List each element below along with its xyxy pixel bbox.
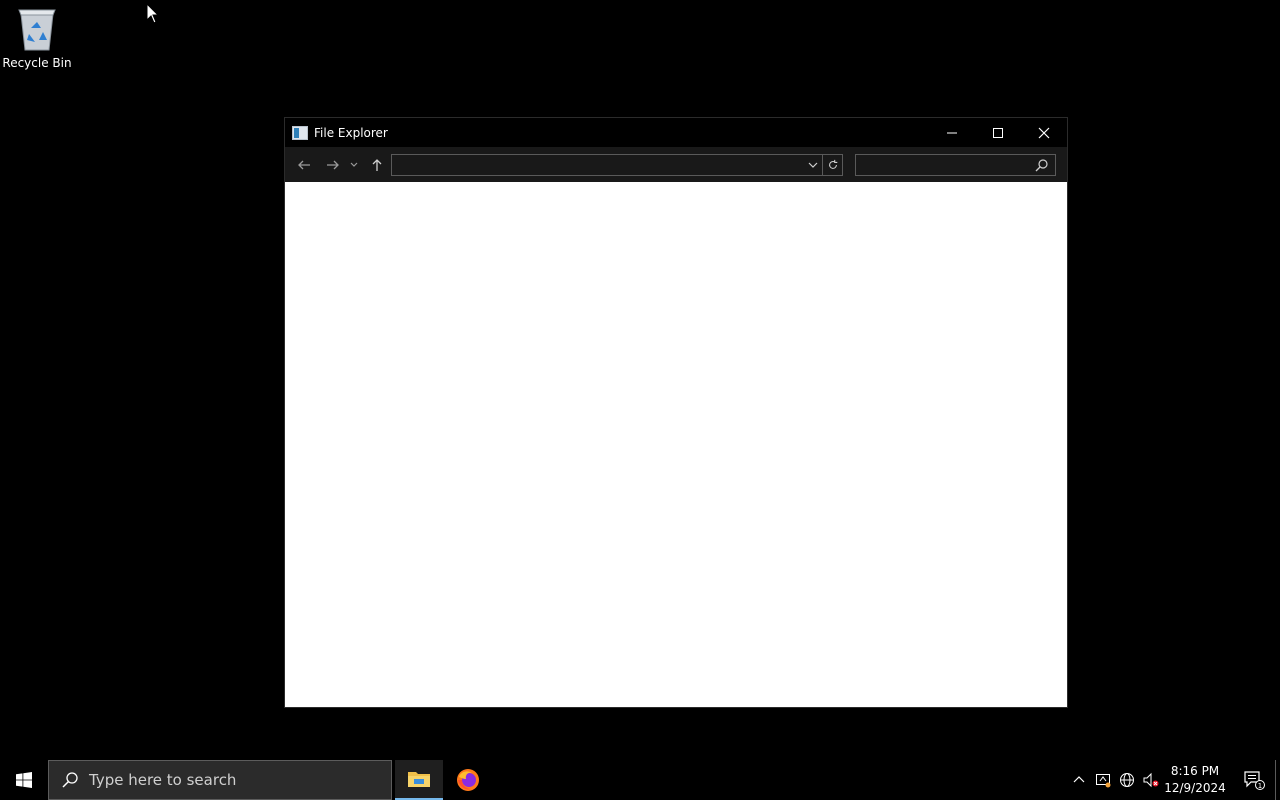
taskbar-search-placeholder: Type here to search	[89, 771, 237, 789]
desktop-icon-label: Recycle Bin	[2, 56, 72, 70]
file-explorer-window[interactable]: File Explorer	[284, 117, 1068, 708]
clock-date: 12/9/2024	[1164, 781, 1226, 795]
window-title: File Explorer	[314, 125, 388, 140]
content-area[interactable]	[285, 182, 1067, 707]
taskbar-search-box[interactable]: Type here to search	[48, 760, 392, 800]
start-button[interactable]	[0, 760, 48, 800]
arrow-left-icon	[298, 160, 310, 170]
refresh-button[interactable]	[822, 155, 842, 175]
file-explorer-icon	[408, 772, 430, 787]
refresh-icon	[828, 159, 837, 169]
arrow-up-icon	[372, 159, 382, 171]
action-center-button[interactable]: 1	[1236, 760, 1272, 800]
mouse-cursor-icon	[146, 3, 160, 24]
globe-icon	[1120, 773, 1134, 787]
minimize-icon	[947, 132, 957, 133]
show-desktop-button[interactable]	[1275, 760, 1276, 800]
recycle-bin-icon	[18, 9, 56, 51]
close-button[interactable]	[1021, 118, 1067, 147]
navigation-bar	[285, 147, 1067, 182]
minimize-button[interactable]	[929, 118, 975, 147]
notification-count: 1	[1258, 782, 1262, 790]
show-hidden-icons-button[interactable]	[1070, 760, 1088, 800]
forward-button[interactable]	[323, 155, 343, 175]
window-controls	[929, 118, 1067, 147]
tray-volume[interactable]	[1141, 760, 1161, 800]
windows-logo-icon	[16, 772, 32, 788]
window-titlebar[interactable]: File Explorer	[285, 118, 1067, 147]
file-explorer-app-icon	[292, 125, 308, 140]
back-button[interactable]	[294, 155, 314, 175]
clock-time: 8:16 PM	[1170, 764, 1220, 778]
address-dropdown-icon[interactable]	[806, 158, 820, 172]
desktop: Recycle Bin File Explorer	[0, 0, 1280, 760]
chevron-down-icon	[350, 162, 358, 167]
chevron-up-icon	[1073, 776, 1085, 783]
taskbar-app-file-explorer[interactable]	[395, 760, 443, 800]
tray-network[interactable]	[1118, 760, 1136, 800]
up-button[interactable]	[367, 155, 387, 175]
arrow-right-icon	[327, 160, 339, 170]
close-icon	[1038, 127, 1050, 138]
tray-meet-now[interactable]	[1094, 760, 1112, 800]
taskbar-app-firefox[interactable]	[444, 760, 492, 800]
monitor-warning-icon	[1096, 774, 1111, 788]
notification-icon: 1	[1244, 771, 1265, 790]
desktop-icon-recycle-bin[interactable]: Recycle Bin	[2, 6, 72, 76]
maximize-button[interactable]	[975, 118, 1021, 147]
firefox-icon	[457, 769, 479, 791]
search-icon	[1035, 159, 1048, 172]
volume-muted-icon	[1143, 772, 1159, 788]
address-bar[interactable]	[391, 154, 843, 176]
maximize-icon	[993, 127, 1003, 138]
recent-locations-button[interactable]	[347, 155, 361, 175]
search-icon	[62, 772, 78, 788]
taskbar: Type here to search 8:16 PM 12/9/2024 1	[0, 760, 1280, 800]
search-input[interactable]	[855, 154, 1056, 176]
taskbar-clock[interactable]: 8:16 PM 12/9/2024	[1162, 760, 1228, 800]
